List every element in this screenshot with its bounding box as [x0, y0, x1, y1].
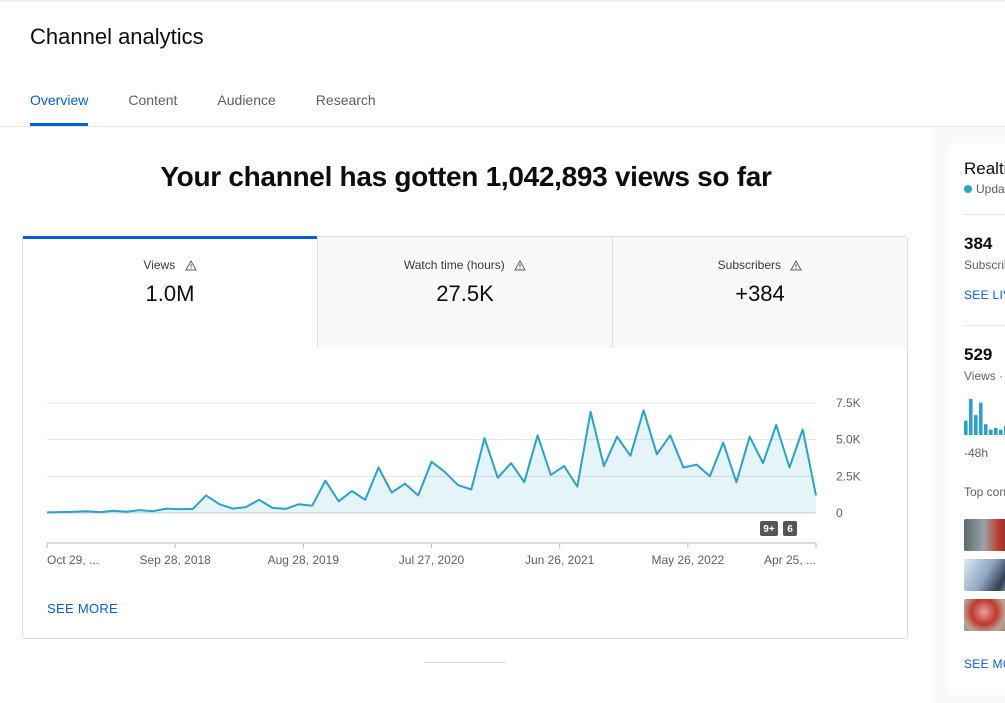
realtime-views-label: Views · Last 48 hours [964, 369, 1005, 383]
divider [424, 662, 506, 663]
realtime-status: Updating live [976, 182, 1005, 196]
x-tick-label: Apr 25, ... [764, 553, 816, 567]
tab-research[interactable]: Research [316, 92, 376, 126]
x-tick-label: Aug 28, 2019 [268, 553, 340, 567]
video-thumbnail[interactable] [964, 519, 1005, 551]
metric-tab-watch-time[interactable]: Watch time (hours) 27.5K [317, 237, 612, 348]
realtime-views-value: 529 [964, 345, 993, 364]
metric-tabs: Views 1.0M Watch time (hours) 27.5K Subs… [23, 236, 907, 348]
realtime-bar [984, 424, 988, 435]
metric-value: +384 [735, 281, 785, 306]
annotation-badge-label: 9+ [763, 524, 775, 535]
metric-label: Watch time (hours) [403, 258, 505, 272]
realtime-bar [974, 415, 978, 435]
overview-card: Views 1.0M Watch time (hours) 27.5K Subs… [22, 236, 908, 639]
views-headline: Your channel has gotten 1,042,893 views … [160, 161, 772, 192]
top-content-label: Top content [964, 485, 1005, 499]
realtime-bar [969, 399, 973, 435]
header-bar: Channel analytics Overview Content Audie… [0, 0, 1005, 127]
metric-value: 27.5K [436, 281, 494, 306]
realtime-see-more-link[interactable]: SEE MORE [964, 657, 1005, 671]
metric-tab-subscribers[interactable]: Subscribers +384 [612, 237, 907, 348]
x-tick-label: Oct 29, ... [47, 553, 99, 567]
metric-label: Subscribers [717, 258, 781, 272]
page-title: Channel analytics [30, 24, 204, 49]
main-content: Your channel has gotten 1,042,893 views … [0, 127, 932, 703]
warning-icon[interactable] [514, 259, 526, 274]
tab-bar: Overview Content Audience Research [30, 92, 416, 126]
x-tick-label: May 26, 2022 [651, 553, 724, 567]
metric-value: 1.0M [145, 281, 195, 306]
realtime-bar [989, 429, 993, 435]
y-tick-label: 5.0K [836, 433, 861, 447]
video-thumbnail[interactable] [964, 559, 1005, 591]
x-tick-label: Jun 26, 2021 [525, 553, 595, 567]
realtime-bar [999, 429, 1003, 435]
see-live-count-link[interactable]: SEE LIVE COUNT [964, 288, 1005, 302]
tab-audience[interactable]: Audience [217, 92, 275, 126]
realtime-subscribers-label: Subscribers [964, 258, 1005, 272]
warning-icon[interactable] [184, 259, 197, 274]
y-tick-label: 2.5K [836, 469, 861, 483]
tab-content[interactable]: Content [128, 92, 177, 126]
see-more-link[interactable]: SEE MORE [47, 601, 118, 616]
y-tick-label: 7.5K [836, 396, 861, 410]
divider [964, 325, 1005, 326]
divider [964, 214, 1005, 215]
realtime-subscribers-value: 384 [964, 234, 993, 253]
warning-icon[interactable] [790, 259, 803, 274]
live-dot-icon [964, 185, 972, 193]
realtime-title: Realtime [964, 159, 1005, 178]
x-tick-label: Jul 27, 2020 [399, 553, 465, 567]
realtime-bar-chart[interactable] [964, 395, 1005, 437]
realtime-panel: Realtime Updating live 384 Subscribers S… [932, 127, 1005, 703]
realtime-bar [994, 427, 998, 435]
y-tick-label: 0 [836, 506, 843, 520]
top-divider [0, 0, 1005, 2]
views-line-chart[interactable]: 7.5K 5.0K 2.5K 0 Oct 29, ... Sep 28, 2018 Aug … [23, 357, 907, 597]
metric-tab-views[interactable]: Views 1.0M [23, 236, 317, 348]
realtime-axis-label: -48h [964, 446, 989, 460]
realtime-bar [964, 420, 968, 435]
tab-overview[interactable]: Overview [30, 92, 89, 126]
video-thumbnail[interactable] [964, 599, 1005, 631]
realtime-card: Realtime Updating live 384 Subscribers S… [948, 143, 1005, 695]
metric-label: Views [143, 258, 176, 272]
annotation-badge-label: 6 [787, 524, 793, 535]
x-tick-label: Sep 28, 2018 [139, 553, 211, 567]
realtime-bar [979, 402, 983, 435]
